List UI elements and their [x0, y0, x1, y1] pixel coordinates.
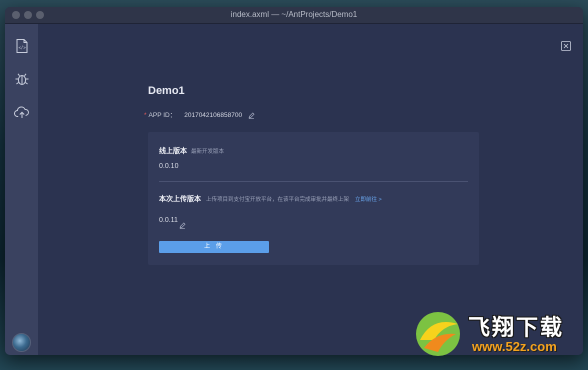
app-window: index.axml — ~/AntProjects/Demo1 </> Dem… [5, 7, 583, 355]
close-panel-icon[interactable] [561, 38, 571, 51]
window-title: index.axml — ~/AntProjects/Demo1 [230, 10, 358, 19]
edit-app-id-icon[interactable] [248, 112, 255, 119]
online-version-value: 0.0.10 [159, 163, 179, 170]
svg-text:</>: </> [19, 45, 27, 50]
version-card: 线上版本 最新开发版本 0.0.10 本次上传版本 上传项目到支付宝开放平台，在… [148, 132, 479, 265]
site-watermark: 飞翔下载 www.52z.com [408, 306, 584, 366]
watermark-url: www.52z.com [472, 339, 557, 354]
section-divider [159, 181, 468, 182]
app-id-label: APP ID： [148, 112, 177, 119]
app-id-value: 2017042106858700 [184, 112, 243, 119]
required-mark: * [144, 112, 147, 119]
upload-version-desc: 上传项目到支付宝开放平台，在该平台完成审批并最终上架 [206, 197, 350, 203]
project-name: Demo1 [148, 85, 185, 97]
online-version-desc: 最新开发版本 [191, 149, 225, 155]
upload-button[interactable]: 上 传 [159, 241, 269, 253]
go-now-link[interactable]: 立即前往 > [355, 195, 382, 203]
watermark-brand: 飞翔下载 [468, 316, 565, 341]
bug-icon[interactable] [14, 71, 30, 87]
title-bar: index.axml — ~/AntProjects/Demo1 [5, 7, 583, 24]
watermark-logo-icon [416, 312, 460, 356]
avatar[interactable] [12, 333, 31, 352]
upload-version-value[interactable]: 0.0.11 [159, 217, 178, 224]
sidebar: </> [5, 24, 38, 355]
cloud-upload-icon[interactable] [14, 104, 30, 120]
upload-version-title: 本次上传版本 [159, 196, 201, 203]
edit-version-icon[interactable] [179, 216, 186, 229]
file-code-icon[interactable]: </> [14, 38, 30, 54]
online-version-title: 线上版本 [159, 148, 187, 155]
app-id-row: * APP ID： 2017042106858700 [144, 109, 255, 119]
